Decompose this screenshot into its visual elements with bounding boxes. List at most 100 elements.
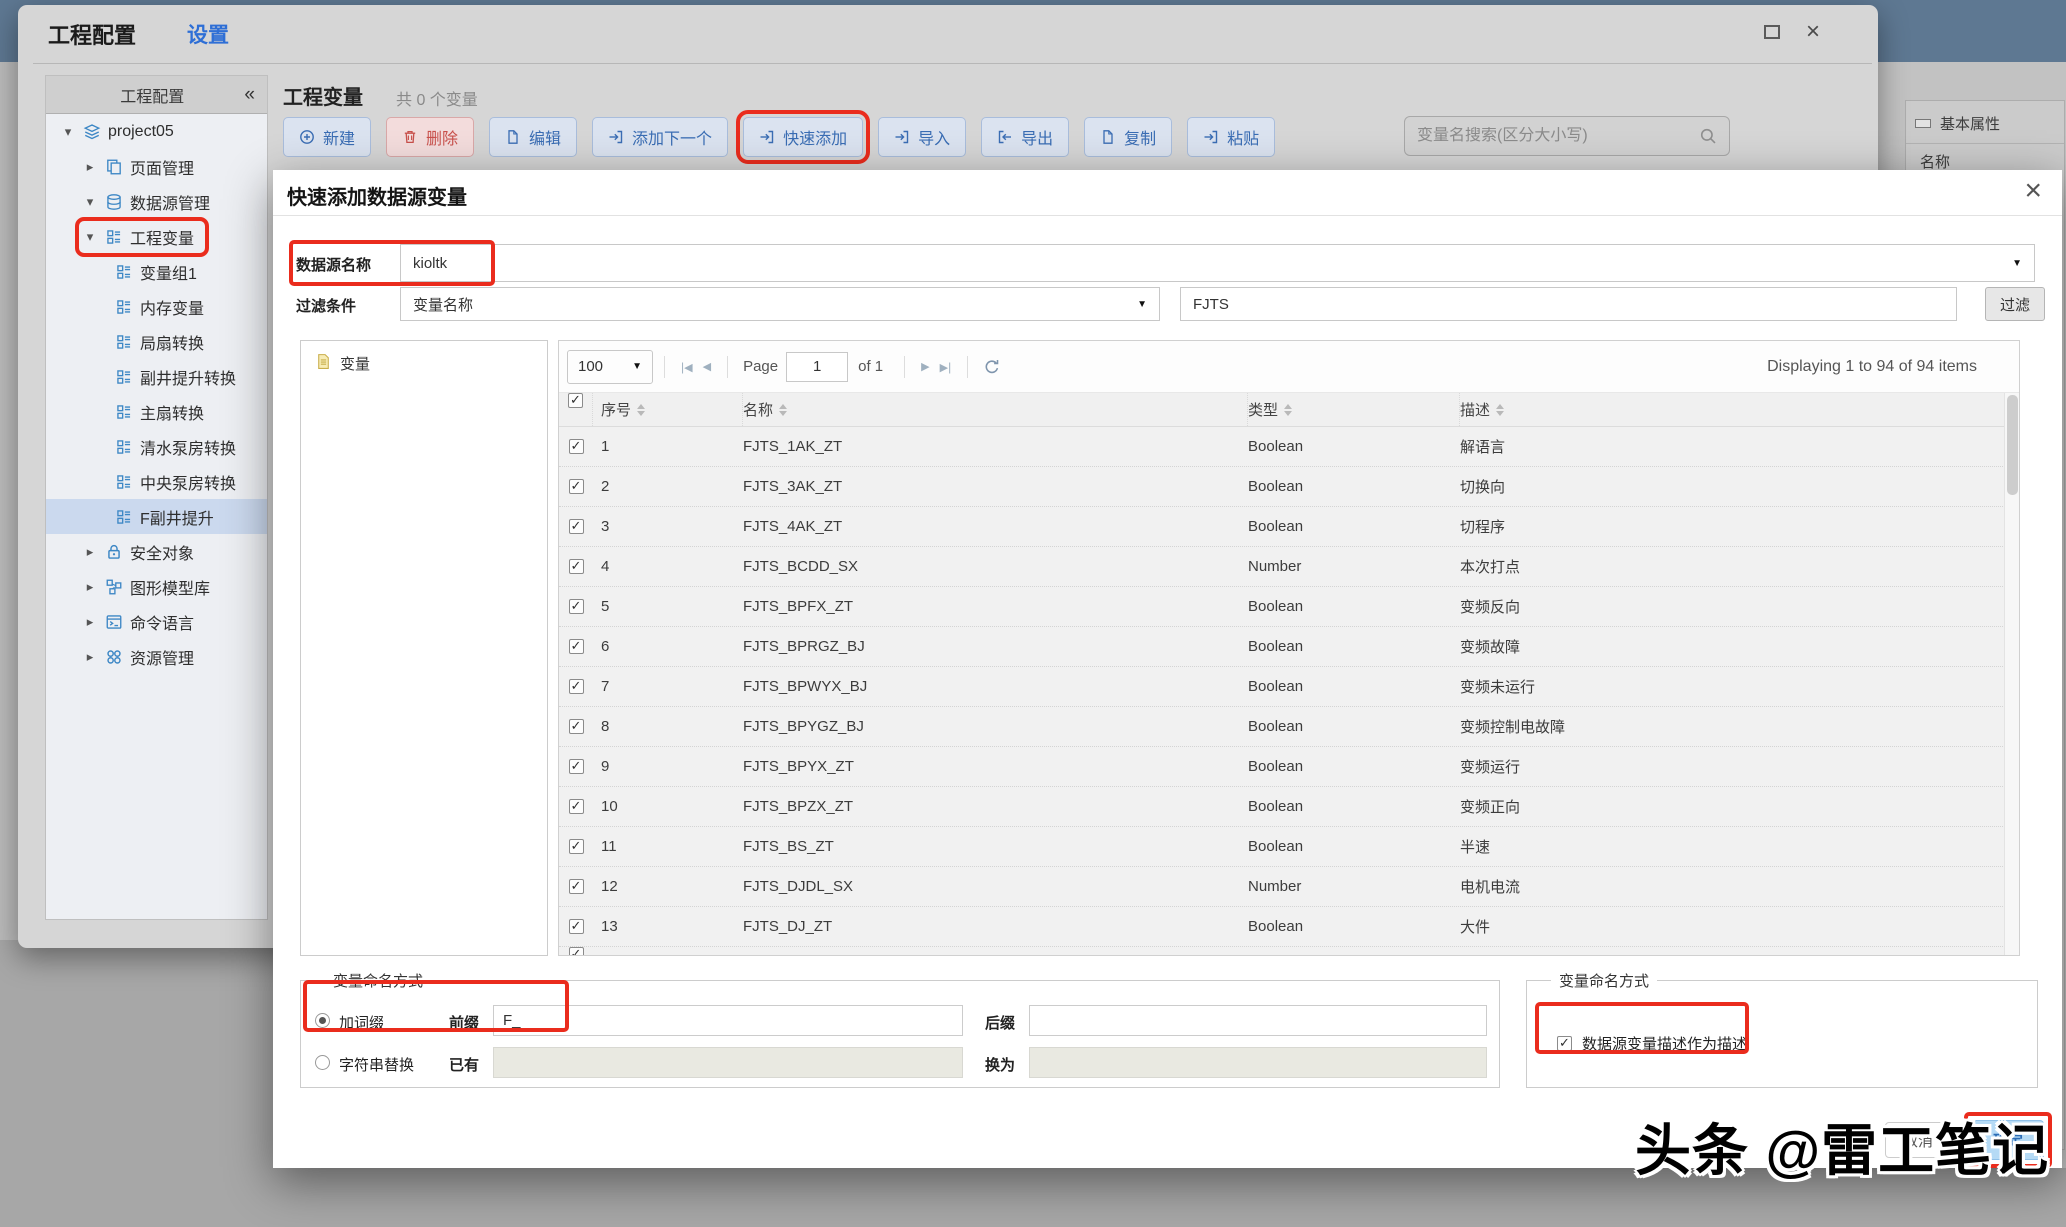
section-collapse-icon[interactable] [1915, 119, 1931, 128]
row-checkbox[interactable] [569, 559, 584, 574]
toolbar-button-添加下一个[interactable]: 添加下一个 [592, 117, 728, 157]
column-header-序号[interactable]: 序号 [593, 393, 743, 426]
sidebar-item-label: F副井提升 [140, 505, 214, 529]
table-row[interactable]: 8FJTS_BPYGZ_BJBoolean变频控制电故障 [559, 707, 2019, 747]
row-checkbox[interactable] [569, 599, 584, 614]
sidebar-item-局扇转换[interactable]: 局扇转换 [46, 324, 267, 359]
sidebar-item-命令语言[interactable]: ▸命令语言 [46, 604, 267, 639]
row-checkbox[interactable] [569, 759, 584, 774]
row-checkbox[interactable] [569, 919, 584, 934]
select-all-checkbox[interactable] [568, 393, 583, 408]
prev-page-icon[interactable]: ◀ [698, 360, 716, 373]
cell-type: Boolean [1248, 718, 1460, 735]
sidebar-item-资源管理[interactable]: ▸资源管理 [46, 639, 267, 674]
table-row[interactable]: 6FJTS_BPRGZ_BJBoolean变频故障 [559, 627, 2019, 667]
table-row[interactable]: 10FJTS_BPZX_ZTBoolean变频正向 [559, 787, 2019, 827]
toolbar-button-编辑[interactable]: 编辑 [489, 117, 577, 157]
close-icon[interactable]: × [1806, 23, 1820, 41]
sidebar-item-清水泵房转换[interactable]: 清水泵房转换 [46, 429, 267, 464]
row-checkbox[interactable] [569, 839, 584, 854]
menu-settings[interactable]: 设置 [187, 19, 229, 49]
row-checkbox[interactable] [569, 799, 584, 814]
filter-button[interactable]: 过滤 [1985, 287, 2045, 321]
toolbar-button-导出[interactable]: 导出 [981, 117, 1069, 157]
arrow-import-icon [1203, 129, 1219, 145]
filter-field-select[interactable]: 变量名称 ▼ [400, 287, 1160, 321]
prefix-input[interactable] [493, 1005, 963, 1036]
row-checkbox[interactable] [569, 679, 584, 694]
sidebar-item-主扇转换[interactable]: 主扇转换 [46, 394, 267, 429]
variable-group-label[interactable]: 变量 [340, 353, 370, 374]
page-size-select[interactable]: 100 ▼ [567, 350, 653, 384]
sidebar-item-变量组1[interactable]: 变量组1 [46, 254, 267, 289]
filter-text-input[interactable] [1180, 287, 1957, 321]
toolbar-button-复制[interactable]: 复制 [1084, 117, 1172, 157]
table-row[interactable]: 4FJTS_BCDD_SXNumber本次打点 [559, 547, 2019, 587]
row-checkbox-cell [559, 439, 593, 454]
use-description-checkbox[interactable] [1557, 1036, 1572, 1051]
affix-radio[interactable] [315, 1013, 330, 1028]
toolbar-button-快速添加[interactable]: 快速添加 [743, 117, 863, 157]
panel-collapse-icon[interactable]: « [244, 84, 267, 106]
dialog-close-icon[interactable]: × [2024, 174, 2042, 208]
datasource-select[interactable]: kioltk ▼ [400, 244, 2035, 282]
sidebar-item-project05[interactable]: ▾project05 [46, 114, 267, 149]
column-header-描述[interactable]: 描述 [1460, 393, 2019, 426]
next-page-icon[interactable]: ▶ [916, 360, 934, 373]
toolbar-button-新建[interactable]: 新建 [283, 117, 371, 157]
row-checkbox[interactable] [569, 719, 584, 734]
cell-type: Boolean [1248, 918, 1460, 935]
sidebar-item-安全对象[interactable]: ▸安全对象 [46, 534, 267, 569]
toolbar-button-粘贴[interactable]: 粘贴 [1187, 117, 1275, 157]
toolbar-button-导入[interactable]: 导入 [878, 117, 966, 157]
table-row[interactable]: 13FJTS_DJ_ZTBoolean大件 [559, 907, 2019, 947]
table-row[interactable]: 3FJTS_4AK_ZTBoolean切程序 [559, 507, 2019, 547]
table-row[interactable]: 9FJTS_BPYX_ZTBoolean变频运行 [559, 747, 2019, 787]
row-checkbox[interactable] [569, 879, 584, 894]
cell-no: 7 [593, 678, 743, 695]
refresh-icon[interactable] [983, 358, 1001, 376]
column-header-label: 描述 [1460, 399, 1490, 420]
table-row[interactable]: 5FJTS_BPFX_ZTBoolean变频反向 [559, 587, 2019, 627]
last-page-icon[interactable]: ▶| [935, 360, 957, 374]
table-scrollbar[interactable] [2004, 393, 2019, 955]
sidebar-item-中央泵房转换[interactable]: 中央泵房转换 [46, 464, 267, 499]
sidebar-item-页面管理[interactable]: ▸页面管理 [46, 149, 267, 184]
table-row[interactable]: 7FJTS_BPWYX_BJBoolean变频未运行 [559, 667, 2019, 707]
scrollbar-thumb[interactable] [2007, 395, 2018, 495]
cell-name: FJTS_DJDL_SX [743, 878, 1248, 895]
column-header-名称[interactable]: 名称 [743, 393, 1248, 426]
table-row[interactable]: 11FJTS_BS_ZTBoolean半速 [559, 827, 2019, 867]
row-checkbox[interactable] [569, 479, 584, 494]
of-label: of 1 [858, 358, 883, 375]
sidebar-item-数据源管理[interactable]: ▾数据源管理 [46, 184, 267, 219]
cell-type: Number [1248, 558, 1460, 575]
table-row[interactable]: 1FJTS_1AK_ZTBoolean解语言 [559, 427, 2019, 467]
first-page-icon[interactable]: |◀ [676, 360, 698, 374]
table-row[interactable]: 12FJTS_DJDL_SXNumber电机电流 [559, 867, 2019, 907]
column-header-类型[interactable]: 类型 [1248, 393, 1460, 426]
toolbar-button-删除[interactable]: 删除 [386, 117, 474, 157]
toolbar-button-label: 导出 [1021, 125, 1053, 149]
table-row[interactable]: 2FJTS_3AK_ZTBoolean切换向 [559, 467, 2019, 507]
sidebar-item-副井提升转换[interactable]: 副井提升转换 [46, 359, 267, 394]
row-checkbox[interactable] [569, 947, 584, 955]
sidebar-item-F副井提升[interactable]: F副井提升 [46, 499, 267, 534]
row-checkbox[interactable] [569, 639, 584, 654]
arrow-import-icon [759, 129, 775, 145]
table-body: 1FJTS_1AK_ZTBoolean解语言2FJTS_3AK_ZTBoolea… [559, 427, 2019, 955]
sidebar-item-图形模型库[interactable]: ▸图形模型库 [46, 569, 267, 604]
page-number-input[interactable] [786, 352, 848, 382]
row-checkbox[interactable] [569, 519, 584, 534]
row-checkbox[interactable] [569, 439, 584, 454]
suffix-input[interactable] [1029, 1005, 1487, 1036]
search-input[interactable] [1405, 127, 1699, 145]
sidebar-tree: ▾project05▸页面管理▾数据源管理▾工程变量变量组1内存变量局扇转换副井… [46, 114, 267, 674]
maximize-icon[interactable] [1764, 25, 1780, 39]
sidebar-item-工程变量[interactable]: ▾工程变量 [46, 219, 267, 254]
row-checkbox-cell [559, 719, 593, 734]
sidebar-item-内存变量[interactable]: 内存变量 [46, 289, 267, 324]
displaying-status: Displaying 1 to 94 of 94 items [1767, 358, 1977, 376]
replace-radio[interactable] [315, 1055, 330, 1070]
cell-desc: 半速 [1460, 836, 2019, 857]
